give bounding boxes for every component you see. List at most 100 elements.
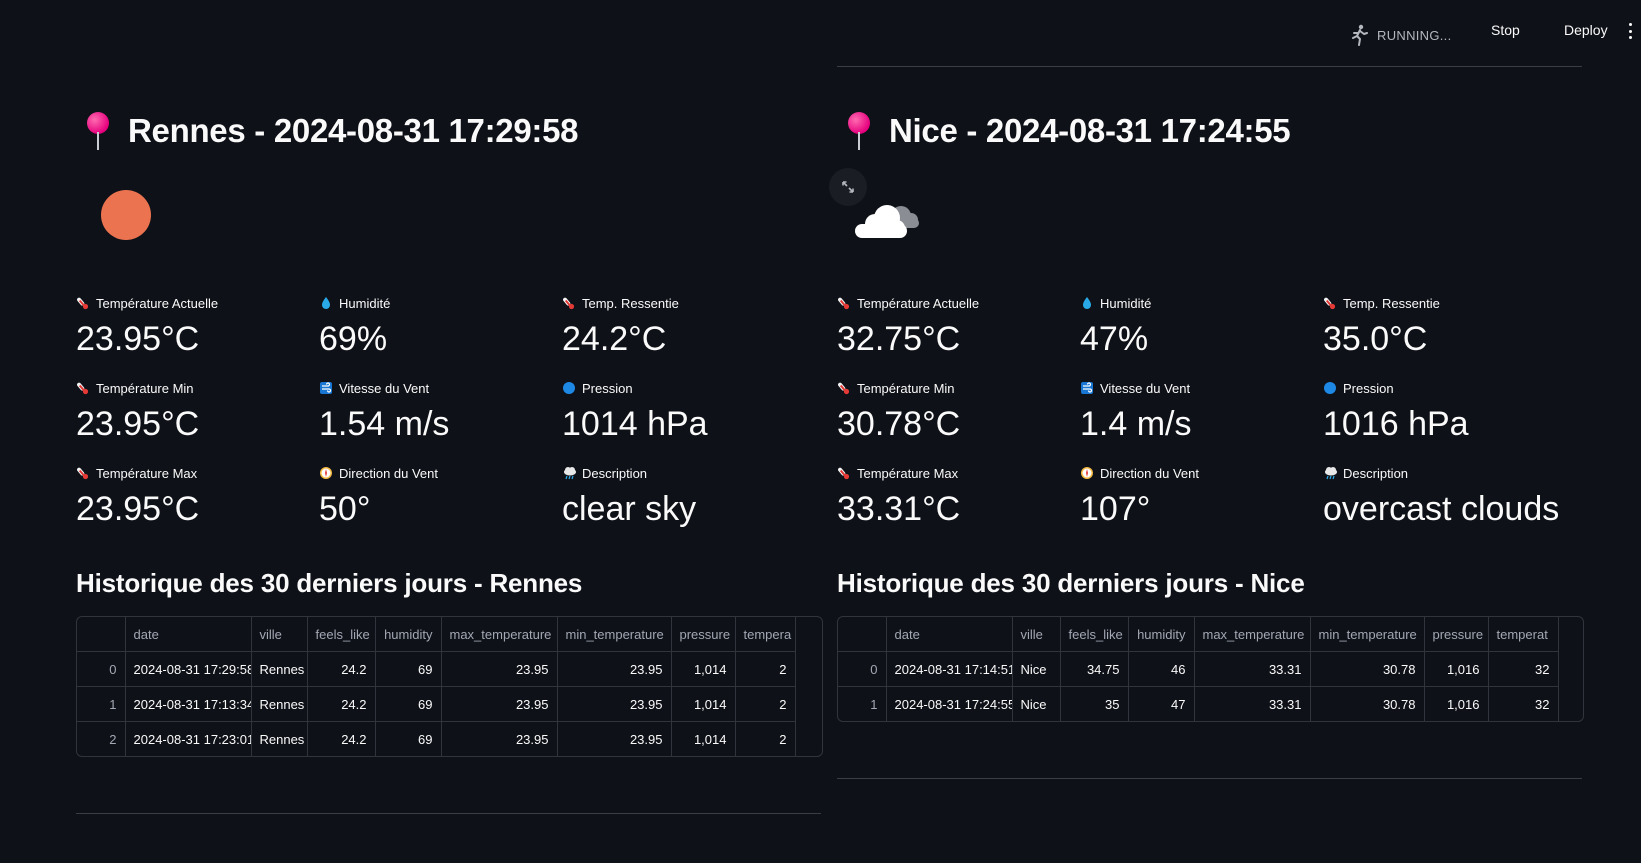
sun-icon — [101, 190, 151, 240]
table-cell: 1 — [838, 686, 887, 721]
column-header[interactable]: min_temperature — [557, 617, 672, 652]
kebab-dot — [1628, 36, 1632, 39]
table-cell: 2024-08-31 17:29:58 — [125, 651, 252, 687]
metric-value: 30.78°C — [837, 405, 961, 443]
city-column-rennes: Rennes - 2024-08-31 17:29:58 Température … — [76, 0, 823, 863]
metric-label: Température Actuelle — [857, 295, 980, 311]
cloud-icon — [851, 196, 923, 244]
thermometer-icon — [76, 466, 90, 480]
metric-label-row: Température Actuelle — [837, 294, 1077, 312]
column-header[interactable]: ville — [251, 617, 308, 652]
metric-value: 24.2°C — [562, 320, 667, 358]
table-row[interactable]: 1 2024-08-31 17:24:55 Nice 35 47 33.31 30.78 1,… — [838, 686, 1559, 721]
metric-label-row: Vitesse du Vent — [1080, 379, 1320, 397]
metric-card: Température Max 33.31°C — [837, 464, 1077, 529]
metric-value: 33.31°C — [837, 490, 961, 528]
kebab-dot — [1628, 23, 1632, 26]
column-header[interactable]: max_temperature — [441, 617, 558, 652]
column-header[interactable]: min_temperature — [1310, 617, 1425, 652]
metric-card: Température Min 30.78°C — [837, 379, 1077, 444]
column-header[interactable]: tempera — [735, 617, 796, 652]
metric-label-row: Vitesse du Vent — [319, 379, 559, 397]
table-cell: 33.31 — [1194, 686, 1311, 721]
table-row[interactable]: 2 2024-08-31 17:23:01 Rennes 24.2 69 23.95 23.… — [77, 721, 796, 756]
compass-icon — [1080, 466, 1094, 480]
table-cell: 2 — [735, 721, 796, 756]
table-cell: 47 — [1128, 686, 1195, 721]
column-header[interactable]: pressure — [1424, 617, 1489, 652]
metric-value: 1.54 m/s — [319, 405, 450, 443]
metric-label-row: Humidité — [1080, 294, 1320, 312]
metric-label: Description — [582, 465, 648, 481]
history-title: Historique des 30 derniers jours - Nice — [837, 568, 1305, 598]
metric-value: 47% — [1080, 320, 1149, 358]
table-cell: 1 — [77, 686, 126, 722]
metric-value: 23.95°C — [76, 490, 200, 528]
table-cell: 30.78 — [1310, 651, 1425, 687]
table-cell: 46 — [1128, 651, 1195, 687]
metric-card: Direction du Vent 107° — [1080, 464, 1320, 529]
column-header[interactable]: pressure — [671, 617, 736, 652]
table-cell: 2 — [735, 686, 796, 722]
metric-label-row: Température Actuelle — [76, 294, 316, 312]
city-title-text: Rennes - 2024-08-31 17:29:58 — [128, 112, 579, 149]
table-cell: 1,014 — [671, 721, 736, 756]
metric-label: Température Max — [857, 465, 959, 481]
city-title-text: Nice - 2024-08-31 17:24:55 — [889, 112, 1291, 149]
table-cell: 1,016 — [1424, 686, 1489, 721]
history-table[interactable]: date ville feels_like humidity max_temperatu… — [76, 616, 823, 757]
table-cell: 1,014 — [671, 651, 736, 687]
column-header[interactable]: feels_like — [1060, 617, 1129, 652]
column-header[interactable]: humidity — [375, 617, 442, 652]
kebab-dot — [1628, 29, 1632, 33]
metric-label-row: Direction du Vent — [1080, 464, 1320, 482]
table-cell: Rennes — [251, 721, 308, 756]
column-header[interactable]: date — [886, 617, 1013, 652]
city-title: Rennes - 2024-08-31 17:29:58 — [86, 112, 579, 150]
table-row[interactable]: 1 2024-08-31 17:13:34 Rennes 24.2 69 23.95 23.… — [77, 686, 796, 722]
metric-label-row: Direction du Vent — [319, 464, 559, 482]
metric-value: overcast clouds — [1323, 490, 1560, 528]
metric-label: Vitesse du Vent — [339, 380, 430, 396]
metric-card: Température Min 23.95°C — [76, 379, 316, 444]
metric-label: Température Min — [857, 380, 955, 396]
wind-icon — [319, 381, 333, 395]
thermometer-icon — [562, 296, 576, 310]
column-header[interactable] — [77, 617, 126, 652]
metric-card: Température Actuelle 23.95°C — [76, 294, 316, 359]
main-menu-button[interactable] — [1625, 21, 1635, 41]
thermometer-icon — [76, 381, 90, 395]
metric-label-row: Température Min — [837, 379, 1077, 397]
table-cell: 24.2 — [307, 721, 376, 756]
metric-label: Pression — [1343, 380, 1394, 396]
table-cell: Rennes — [251, 686, 308, 722]
table-row[interactable]: 0 2024-08-31 17:14:51 Nice 34.75 46 33.31 30.7… — [838, 651, 1559, 687]
table-cell: 2 — [77, 721, 126, 756]
table-cell: 35 — [1060, 686, 1129, 721]
metric-card: Pression 1014 hPa — [562, 379, 802, 444]
table-cell: 30.78 — [1310, 686, 1425, 721]
table-cell: 2024-08-31 17:23:01 — [125, 721, 252, 756]
column-header[interactable]: temperat — [1488, 617, 1559, 652]
column-header[interactable]: feels_like — [307, 617, 376, 652]
thermometer-icon — [837, 381, 851, 395]
table-cell: 23.95 — [441, 686, 558, 722]
table-cell: 23.95 — [557, 686, 672, 722]
column-header[interactable]: humidity — [1128, 617, 1195, 652]
metric-card: Température Actuelle 32.75°C — [837, 294, 1077, 359]
history-table[interactable]: date ville feels_like humidity max_temperatu… — [837, 616, 1584, 722]
droplet-icon — [1080, 296, 1094, 310]
table-row[interactable]: 0 2024-08-31 17:29:58 Rennes 24.2 69 23.95 23.… — [77, 651, 796, 687]
pressure-icon — [562, 381, 576, 395]
column-header[interactable]: date — [125, 617, 252, 652]
metric-label: Temp. Ressentie — [582, 295, 679, 311]
table-cell: 69 — [375, 686, 442, 722]
column-header[interactable] — [838, 617, 887, 652]
column-header[interactable]: max_temperature — [1194, 617, 1311, 652]
metric-label-row: Temp. Ressentie — [1323, 294, 1563, 312]
column-header[interactable]: ville — [1012, 617, 1061, 652]
metric-card: Direction du Vent 50° — [319, 464, 559, 529]
table-cell: Nice — [1012, 651, 1061, 687]
metric-card: Pression 1016 hPa — [1323, 379, 1563, 444]
table-cell: 2 — [735, 651, 796, 687]
